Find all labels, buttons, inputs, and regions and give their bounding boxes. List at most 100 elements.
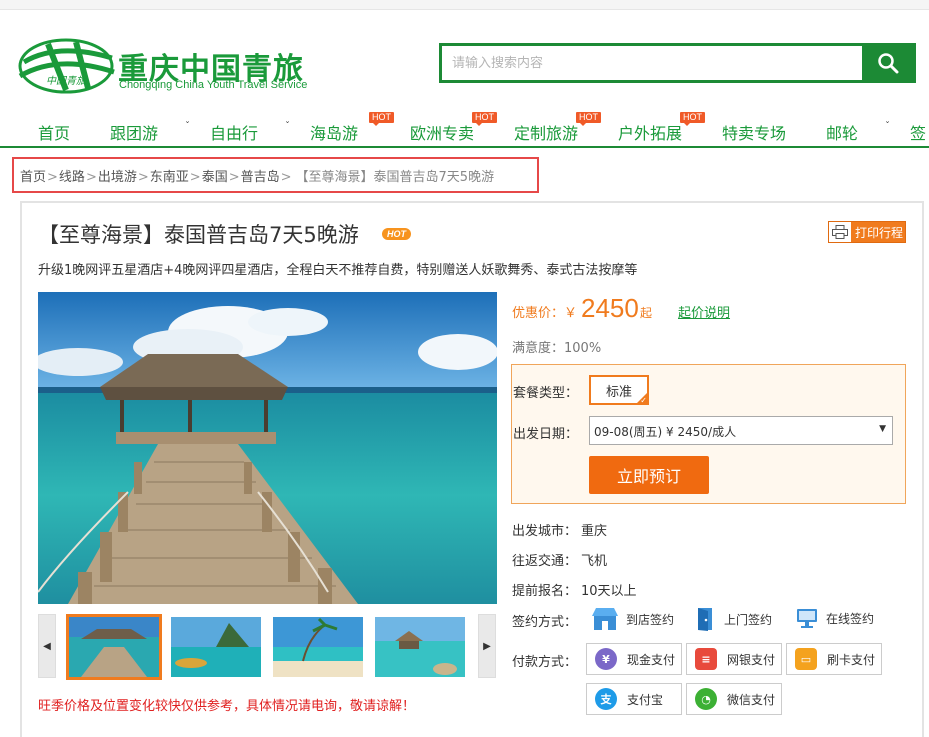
- hot-badge: HOT: [472, 112, 497, 126]
- nav-item-home[interactable]: 首页: [38, 120, 70, 144]
- transport-label: 往返交通：: [512, 554, 578, 569]
- nav-item-europe[interactable]: 欧洲专卖: [410, 120, 474, 144]
- pay-option-card[interactable]: ▭ 刷卡支付: [786, 643, 882, 675]
- breadcrumb-separator: >: [189, 170, 201, 185]
- pay-option-label: 微信支付: [727, 692, 776, 707]
- chevron-down-icon[interactable]: ˇ: [285, 121, 290, 132]
- thumbnail-4[interactable]: [375, 617, 465, 677]
- breadcrumb-link[interactable]: 线路: [59, 170, 85, 185]
- chevron-down-icon[interactable]: ˇ: [885, 121, 890, 132]
- pay-option-label: 网银支付: [727, 652, 776, 667]
- breadcrumb-link[interactable]: 泰国: [202, 170, 228, 185]
- logo-english-name: Chongqing China Youth Travel Service: [119, 79, 308, 91]
- chevron-down-icon[interactable]: ˇ: [185, 121, 190, 132]
- departure-date-label: 出发日期：: [513, 427, 579, 442]
- breadcrumb: 首页>线路>出境游>东南亚>泰国>普吉岛> 【至尊海景】泰国普吉岛7天5晚游: [12, 157, 539, 193]
- nav-item-outdoor[interactable]: 户外拓展: [618, 120, 682, 144]
- departure-city-value: 重庆: [581, 524, 608, 539]
- logo-mark-text: 中国青旅: [46, 75, 88, 87]
- cash-icon: ¥: [595, 648, 617, 670]
- breadcrumb-link[interactable]: 东南亚: [150, 170, 189, 185]
- price-notice: 旺季价格及位置变化较快仅供参考，具体情况请电询，敬请谅解！: [38, 699, 416, 714]
- thumbnail-3[interactable]: [273, 617, 363, 677]
- credit-card-icon: ▭: [795, 648, 817, 670]
- transport-value: 飞机: [581, 554, 608, 569]
- wechat-icon: ◔: [695, 688, 717, 710]
- alipay-icon: 支: [595, 688, 617, 710]
- site-logo[interactable]: 中国青旅 重庆中国青旅 Chongqing China Youth Travel…: [18, 36, 328, 100]
- satisfaction-rate: 满意度：100%: [512, 341, 602, 356]
- sign-option-label: 上门签约: [724, 612, 773, 627]
- store-icon: [592, 608, 618, 630]
- departure-date-select[interactable]: 09-08(周五) ¥ 2450/成人 ▼: [589, 416, 893, 445]
- search-box: [439, 43, 916, 83]
- pay-option-label: 支付宝: [627, 692, 664, 707]
- package-option-standard[interactable]: 标准 ✓: [589, 375, 649, 405]
- pay-option-alipay[interactable]: 支 支付宝: [586, 683, 682, 715]
- payment-method-label: 付款方式：: [512, 655, 578, 670]
- nav-item-island[interactable]: 海岛游: [310, 120, 358, 144]
- product-subtitle: 升级1晚网评五星酒店+4晚网评四星酒店，全程白天不推荐自费，特别赠送人妖歌舞秀、…: [38, 263, 638, 278]
- package-option-label: 标准: [605, 384, 632, 400]
- thumbnail-prev-arrow-icon[interactable]: ◀: [38, 614, 56, 678]
- breadcrumb-current: 【至尊海景】泰国普吉岛7天5晚游: [295, 170, 495, 185]
- nav-item-cruise[interactable]: 邮轮: [826, 120, 858, 144]
- check-icon: ✓: [640, 396, 647, 405]
- nav-item-visa[interactable]: 签: [910, 120, 926, 144]
- hot-badge: HOT: [576, 112, 601, 126]
- book-now-button[interactable]: 立即预订: [589, 456, 709, 494]
- nav-item-group-tour[interactable]: 跟团游: [110, 120, 158, 144]
- thumbnail-2[interactable]: [171, 617, 261, 677]
- sign-option-online[interactable]: 在线签约: [796, 607, 874, 629]
- transport-row: 往返交通： 飞机: [512, 550, 607, 569]
- sign-option-label: 到店签约: [626, 612, 675, 627]
- sign-option-store[interactable]: 到店签约: [592, 607, 674, 631]
- breadcrumb-link[interactable]: 首页: [20, 170, 46, 185]
- title-hot-badge: HOT: [382, 228, 411, 240]
- product-title: 【至尊海景】泰国普吉岛7天5晚游: [38, 223, 359, 247]
- sign-method-label: 签约方式：: [512, 615, 578, 630]
- breadcrumb-link[interactable]: 普吉岛: [241, 170, 280, 185]
- departure-city-label: 出发城市：: [512, 524, 578, 539]
- advance-booking-row: 提前报名： 10天以上: [512, 580, 637, 599]
- thumbnail-1[interactable]: [66, 614, 162, 680]
- nav-item-custom[interactable]: 定制旅游: [514, 120, 578, 144]
- pay-option-label: 刷卡支付: [827, 652, 876, 667]
- price-value: 2450: [581, 293, 639, 323]
- dropdown-arrow-icon: ▼: [879, 424, 886, 434]
- sign-option-label: 在线签约: [826, 611, 875, 626]
- search-input[interactable]: [442, 46, 864, 80]
- printer-icon: [829, 222, 851, 242]
- pay-option-bank[interactable]: ≡ 网银支付: [686, 643, 782, 675]
- main-product-photo[interactable]: [38, 292, 497, 604]
- breadcrumb-link[interactable]: 出境游: [98, 170, 137, 185]
- price-explain-link[interactable]: 起价说明: [678, 302, 730, 321]
- departure-date-value: 09-08(周五) ¥ 2450/成人: [594, 425, 737, 439]
- main-nav: 首页 跟团游 ˇ 自由行 ˇ 海岛游 HOT 欧洲专卖 HOT 定制旅游 HOT…: [0, 112, 929, 148]
- pay-option-cash[interactable]: ¥ 现金支付: [586, 643, 682, 675]
- advance-booking-value: 10天以上: [581, 584, 637, 599]
- departure-city-row: 出发城市： 重庆: [512, 520, 607, 539]
- price-label: 优惠价：￥: [512, 306, 578, 321]
- advance-booking-label: 提前报名：: [512, 584, 578, 599]
- pay-option-wechat[interactable]: ◔ 微信支付: [686, 683, 782, 715]
- booking-panel: 套餐类型： 标准 ✓ 出发日期： 09-08(周五) ¥ 2450/成人 ▼ 立…: [511, 364, 906, 504]
- thumbnail-strip: ◀ ▶: [38, 614, 497, 680]
- search-button[interactable]: [862, 46, 913, 80]
- breadcrumb-separator: >: [228, 170, 240, 185]
- print-label: 打印行程: [855, 225, 904, 240]
- bank-card-icon: ≡: [695, 648, 717, 670]
- top-bar: [0, 0, 929, 10]
- logo-globe-icon: 中国青旅: [18, 38, 115, 94]
- nav-item-sale[interactable]: 特卖专场: [722, 120, 786, 144]
- nav-item-free-travel[interactable]: 自由行: [210, 120, 258, 144]
- door-icon: [698, 608, 712, 631]
- breadcrumb-separator: >: [85, 170, 97, 185]
- package-label: 套餐类型：: [513, 386, 579, 401]
- sign-option-home[interactable]: 上门签约: [696, 607, 772, 631]
- breadcrumb-separator: >: [280, 170, 292, 185]
- breadcrumb-separator: >: [47, 170, 58, 185]
- price-unit: 起: [640, 306, 653, 320]
- print-itinerary-button[interactable]: 打印行程: [828, 221, 906, 243]
- thumbnail-next-arrow-icon[interactable]: ▶: [478, 614, 496, 678]
